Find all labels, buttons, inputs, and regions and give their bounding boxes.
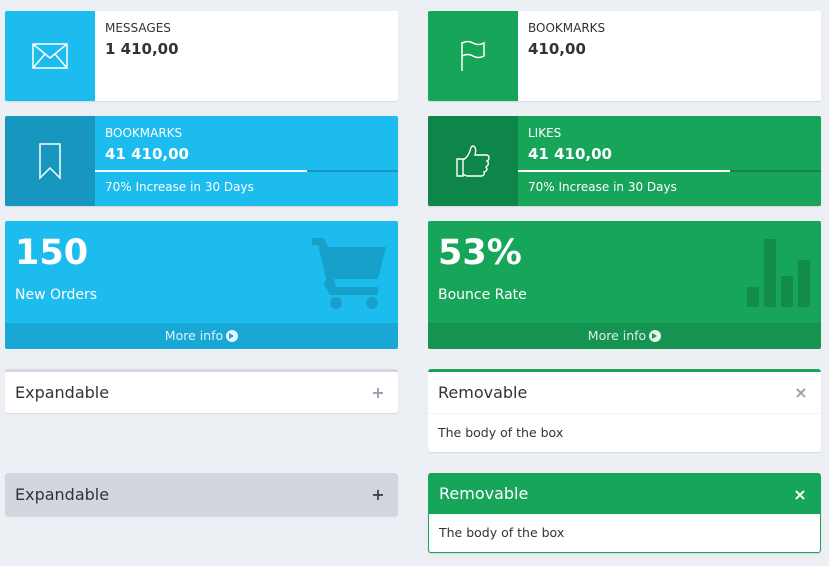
removable-box: Removable × The body of the box [428, 369, 821, 452]
small-box-number: 53% [438, 233, 522, 273]
more-info-label: More info [164, 328, 224, 343]
box-title: Removable [439, 484, 529, 503]
box-header: Expandable + [5, 372, 398, 413]
progress-bar [95, 170, 398, 172]
box-header: Removable × [429, 474, 820, 514]
plus-icon[interactable]: + [368, 383, 388, 402]
box-header: Removable × [428, 372, 821, 413]
small-box-bounce-rate: 53% Bounce Rate More info [428, 221, 821, 349]
more-info-label: More info [587, 328, 647, 343]
box-body: The body of the box [439, 525, 565, 540]
expandable-box: Expandable + [5, 369, 398, 413]
small-box-new-orders: 150 New Orders More info [5, 221, 398, 349]
info-box-messages: MESSAGES 1 410,00 [5, 11, 398, 101]
more-info-link[interactable]: More info [428, 323, 821, 349]
box-body: The body of the box [428, 413, 821, 452]
progress-description: 70% Increase in 30 Days [105, 180, 254, 194]
progress-box-number: 41 410,00 [105, 145, 189, 163]
close-icon[interactable]: × [791, 383, 811, 402]
plus-icon[interactable]: + [368, 485, 388, 504]
progress-box-number: 41 410,00 [528, 145, 612, 163]
thumbs-up-icon [428, 116, 518, 206]
more-info-link[interactable]: More info [5, 323, 398, 349]
expandable-box-solid: Expandable + [5, 473, 398, 516]
progress-box-label: LIKES [528, 126, 562, 140]
info-box-label: MESSAGES [105, 21, 171, 35]
info-box-number: 410,00 [528, 40, 586, 58]
box-title: Expandable [15, 382, 110, 402]
box-title: Expandable [15, 484, 110, 504]
progress-box-label: BOOKMARKS [105, 126, 183, 140]
flag-icon [428, 11, 518, 101]
arrow-circle-right-icon [226, 330, 239, 342]
progress-box-bookmarks: BOOKMARKS 41 410,00 70% Increase in 30 D… [5, 116, 398, 206]
close-icon[interactable]: × [790, 485, 810, 504]
box-title: Removable [438, 382, 528, 402]
progress-box-likes: LIKES 41 410,00 70% Increase in 30 Days [428, 116, 821, 206]
arrow-circle-right-icon [649, 330, 662, 342]
envelope-icon [5, 11, 95, 101]
progress-bar [518, 170, 821, 172]
info-box-bookmarks: BOOKMARKS 410,00 [428, 11, 821, 101]
small-box-label: Bounce Rate [438, 287, 527, 303]
progress-description: 70% Increase in 30 Days [528, 180, 677, 194]
info-box-number: 1 410,00 [105, 40, 179, 58]
removable-box-solid: Removable × The body of the box [428, 473, 821, 553]
bookmark-icon [5, 116, 95, 206]
small-box-number: 150 [15, 233, 89, 273]
small-box-label: New Orders [15, 287, 98, 303]
box-header: Expandable + [5, 473, 398, 516]
info-box-label: BOOKMARKS [528, 21, 606, 35]
